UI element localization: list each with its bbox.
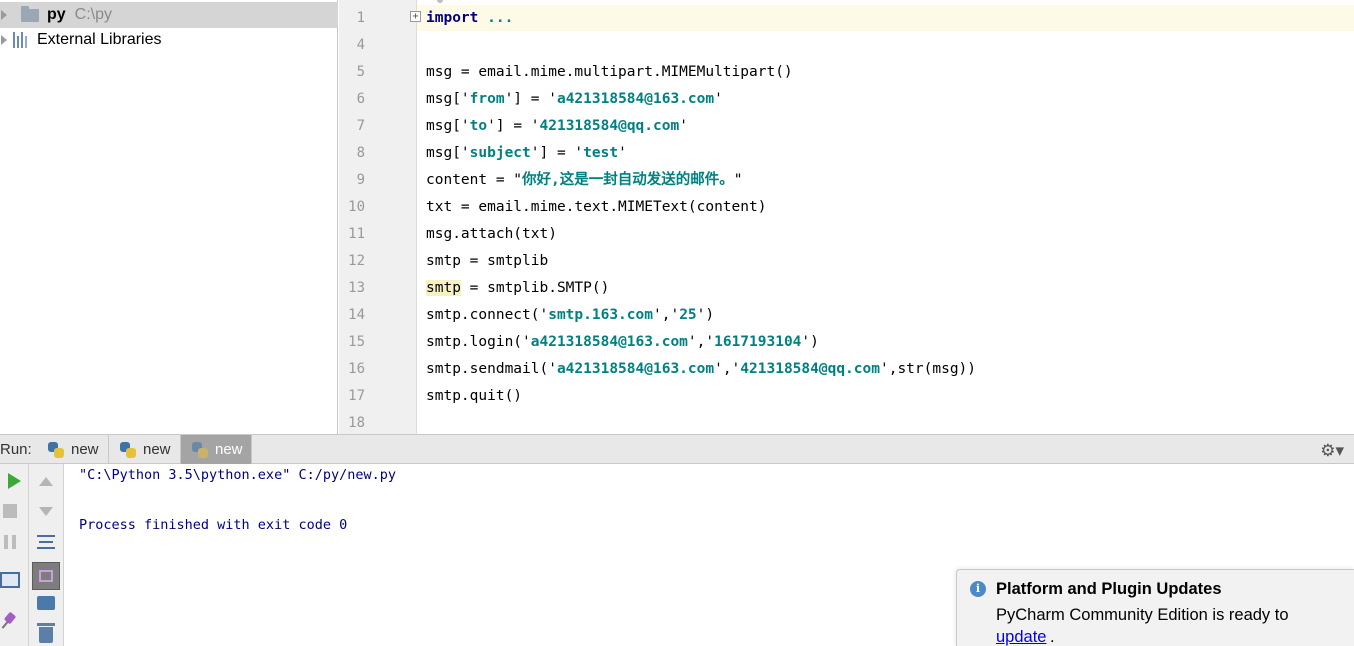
code-line[interactable]: smtp.connect('smtp.163.com','25')	[426, 305, 714, 325]
run-tab-label: new	[215, 441, 243, 458]
run-toolbar-secondary	[29, 464, 64, 646]
tree-item-project[interactable]: py C:\py	[0, 2, 338, 28]
stop-icon	[3, 504, 17, 518]
code-line[interactable]: msg.attach(txt)	[426, 224, 557, 244]
project-panel: py C:\py External Libraries	[0, 0, 338, 434]
run-tab-label: new	[143, 441, 171, 458]
line-number: 6	[356, 91, 365, 107]
scroll-to-end-icon	[32, 562, 60, 590]
line-number: 11	[348, 226, 365, 242]
print-icon	[37, 596, 55, 610]
code-line[interactable]: msg['from'] = 'a421318584@163.com'	[426, 89, 723, 109]
run-tab-label: new	[71, 441, 99, 458]
code-line[interactable]: content = "你好,这是一封自动发送的邮件。"	[426, 170, 743, 190]
code-line[interactable]: smtp = smtplib	[426, 251, 548, 271]
line-number: 18	[348, 415, 365, 431]
rerun-button[interactable]	[3, 470, 25, 492]
scroll-to-end-button[interactable]	[32, 562, 60, 590]
folder-icon	[21, 5, 39, 22]
line-number: 14	[348, 307, 365, 323]
print-button[interactable]	[35, 592, 57, 614]
run-tab-2[interactable]: new	[109, 435, 181, 464]
library-icon	[13, 32, 31, 48]
code-line[interactable]: msg['to'] = '421318584@qq.com'	[426, 116, 688, 136]
code-line[interactable]: txt = email.mime.text.MIMEText(content)	[426, 197, 766, 217]
python-icon	[191, 441, 209, 459]
code-line[interactable]: msg['subject'] = 'test'	[426, 143, 627, 163]
line-number: 16	[348, 361, 365, 377]
tree-item-external-libraries[interactable]: External Libraries	[0, 27, 338, 53]
fold-expand-icon[interactable]: +	[410, 11, 421, 22]
update-link[interactable]: update	[996, 628, 1046, 646]
run-tool-window-header: Run: new new new ⚙▾	[0, 434, 1354, 464]
notification-title: Platform and Plugin Updates	[996, 580, 1222, 598]
line-number: 10	[348, 199, 365, 215]
notification-suffix: .	[1050, 628, 1055, 646]
line-number: 1	[356, 10, 365, 26]
line-number: 15	[348, 334, 365, 350]
soft-wrap-button[interactable]	[35, 531, 57, 553]
scroll-down-button[interactable]	[35, 500, 57, 522]
code-line[interactable]: smtp.sendmail('a421318584@163.com','4213…	[426, 359, 976, 379]
line-number: 8	[356, 145, 365, 161]
arrow-up-icon	[39, 476, 53, 486]
gear-icon[interactable]: ⚙▾	[1320, 441, 1344, 461]
scroll-up-button[interactable]	[35, 470, 57, 492]
run-label: Run:	[0, 441, 32, 458]
expand-arrow-icon[interactable]	[1, 10, 7, 20]
project-name: py	[47, 6, 66, 23]
info-icon: i	[970, 581, 986, 597]
line-number: 5	[356, 64, 365, 80]
code-line[interactable]: smtp = smtplib.SMTP()	[426, 278, 609, 298]
line-number: 13	[348, 280, 365, 296]
pause-button[interactable]	[0, 531, 21, 553]
arrow-down-icon	[39, 506, 53, 516]
stop-button[interactable]	[0, 500, 21, 522]
editor-gutter: 1 4 5 6 7 8 9 10 11 12 13 14 15 16 17 18	[339, 0, 417, 434]
run-toolbar-primary	[0, 464, 29, 646]
python-icon	[47, 441, 65, 459]
line-number: 12	[348, 253, 365, 269]
layout-icon	[0, 572, 20, 588]
pin-button[interactable]	[0, 609, 21, 631]
code-line[interactable]: import ...	[426, 8, 513, 28]
run-tab-3[interactable]: new	[181, 435, 252, 464]
line-number: 9	[356, 172, 365, 188]
run-tab-1[interactable]: new	[37, 435, 109, 464]
clear-button[interactable]	[35, 623, 57, 646]
console-line: Process finished with exit code 0	[79, 517, 348, 533]
update-notification: i Platform and Plugin Updates PyCharm Co…	[956, 569, 1354, 646]
line-number: 4	[356, 37, 365, 53]
trash-icon	[37, 623, 55, 643]
layout-button[interactable]	[0, 569, 21, 591]
console-line: "C:\Python 3.5\python.exe" C:/py/new.py	[79, 467, 396, 483]
play-icon	[7, 473, 21, 489]
pause-icon	[4, 535, 16, 549]
project-path: C:\py	[74, 6, 113, 23]
notification-body: PyCharm Community Edition is ready to	[996, 606, 1289, 624]
wrap-icon	[37, 535, 55, 549]
scroll-marker	[437, 0, 443, 3]
code-line[interactable]: smtp.login('a421318584@163.com','1617193…	[426, 332, 819, 352]
code-line[interactable]: msg = email.mime.multipart.MIMEMultipart…	[426, 62, 793, 82]
python-icon	[119, 441, 137, 459]
tree-item-label: External Libraries	[37, 31, 162, 48]
pin-icon	[2, 612, 18, 628]
code-line[interactable]: smtp.quit()	[426, 386, 522, 406]
expand-arrow-icon[interactable]	[1, 35, 7, 45]
line-number: 17	[348, 388, 365, 404]
line-number: 7	[356, 118, 365, 134]
